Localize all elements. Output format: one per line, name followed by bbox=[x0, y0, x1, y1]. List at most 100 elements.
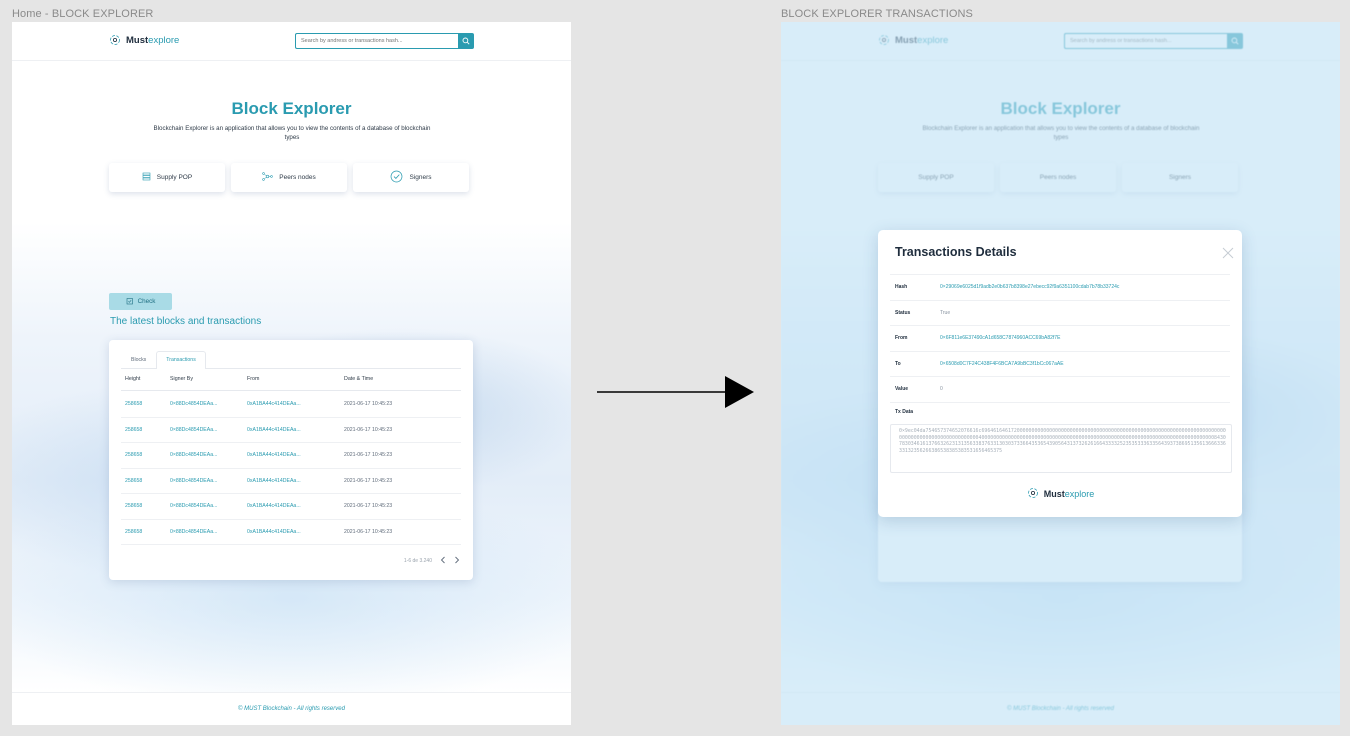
transactions-artboard: Mustexplore Block Explorer Blockchain Ex… bbox=[781, 22, 1340, 725]
logo-text-bold: Must bbox=[126, 34, 149, 46]
table-row[interactable]: 258658 0×88Dc4854DEAa... 0xA1BA44c414DEAa.… bbox=[121, 443, 461, 469]
signer-cell[interactable]: 0×88Dc4854DEAa... bbox=[170, 401, 247, 407]
detail-row-value: Value 0 bbox=[890, 377, 1230, 403]
txdata-textbox[interactable]: 0×9ec04da754657374652076616c696461646172… bbox=[890, 424, 1232, 473]
pagination-range: 1-6 de 3.240 bbox=[403, 558, 432, 564]
date-cell: 2021-06-17 10:45:23 bbox=[344, 503, 393, 510]
table-body: 258658 0×88Dc4854DEAa... 0xA1BA44c414DEAa.… bbox=[121, 392, 461, 545]
pagination: 1-6 de 3.240 bbox=[404, 556, 460, 566]
modal-logo: Must explore bbox=[878, 486, 1242, 502]
from-cell[interactable]: 0xA1BA44c414DEAa... bbox=[247, 401, 344, 407]
top-navbar: Mustexplore bbox=[12, 22, 571, 61]
tab-blocks[interactable]: Blocks bbox=[121, 351, 156, 368]
arrow-right-icon bbox=[597, 375, 755, 414]
date-cell: 2021-06-17 10:45:23 bbox=[344, 528, 393, 535]
logo-icon bbox=[1026, 486, 1040, 502]
column-height: Height bbox=[125, 376, 141, 382]
from-label: From bbox=[895, 335, 908, 342]
from-value[interactable]: 0×6F811e6E37490cA1d658C7874960ACC69bA82f… bbox=[940, 335, 1230, 341]
section-title: The latest blocks and transactions bbox=[110, 316, 262, 327]
logo[interactable]: Must explore bbox=[108, 33, 179, 47]
signer-cell[interactable]: 0×88Dc4854DEAa... bbox=[170, 452, 247, 458]
logo-text-bold: Must bbox=[1043, 489, 1065, 499]
status-value: True bbox=[940, 309, 951, 316]
height-cell[interactable]: 258658 bbox=[121, 503, 170, 509]
search-icon bbox=[462, 32, 470, 50]
detail-row-from: From 0×6F811e6E37490cA1d658C7874960ACC69… bbox=[890, 326, 1230, 352]
frame-label-home: Home - BLOCK EXPLORER bbox=[12, 8, 154, 20]
close-icon[interactable] bbox=[1222, 246, 1234, 259]
table-row[interactable]: 258658 0×88Dc4854DEAa... 0xA1BA44c414DEAa.… bbox=[121, 520, 461, 545]
copyright-text: © MUST Blockchain - All rights reserved bbox=[238, 706, 345, 712]
peers-nodes-label: Peers nodes bbox=[279, 174, 316, 181]
detail-row-to: To 0×6508d0C7F24C438F4F6BCA7A9bBC3f1bCc0… bbox=[890, 352, 1230, 377]
table-header: Height Signer By From Date & Time bbox=[121, 376, 461, 391]
table-row[interactable]: 258658 0×88Dc4854DEAa... 0xA1BA44c414DEAa.… bbox=[121, 494, 461, 520]
height-cell[interactable]: 258658 bbox=[121, 478, 170, 484]
tab-bar: Blocks Transactions bbox=[121, 351, 461, 369]
database-icon bbox=[142, 172, 151, 183]
signer-cell[interactable]: 0×88Dc4854DEAa... bbox=[170, 427, 247, 433]
search-button[interactable] bbox=[458, 33, 474, 49]
table-row[interactable]: 258658 0×88Dc4854DEAa... 0xA1BA44c414DEAa.… bbox=[121, 469, 461, 494]
check-button[interactable]: Check bbox=[109, 293, 172, 310]
from-cell[interactable]: 0xA1BA44c414DEAa... bbox=[247, 427, 344, 433]
date-cell: 2021-06-17 10:45:23 bbox=[344, 477, 393, 484]
supply-pop-card[interactable]: Supply POP bbox=[109, 163, 225, 192]
search-bar bbox=[295, 33, 474, 49]
from-cell[interactable]: 0xA1BA44c414DEAa... bbox=[247, 529, 344, 535]
modal-title: Transactions Details bbox=[895, 245, 1017, 259]
detail-row-status: Status True bbox=[890, 301, 1230, 326]
signers-card[interactable]: Signers bbox=[353, 163, 469, 192]
stat-cards: Supply POP Peers nodes Signers bbox=[109, 163, 469, 192]
status-label: Status bbox=[895, 309, 911, 316]
footer: © MUST Blockchain - All rights reserved bbox=[12, 692, 571, 725]
signer-cell[interactable]: 0×88Dc4854DEAa... bbox=[170, 529, 247, 535]
signer-cell[interactable]: 0×88Dc4854DEAa... bbox=[170, 503, 247, 509]
chevron-right-icon[interactable] bbox=[454, 556, 460, 566]
detail-row-hash: Hash 0×29069e6025d1f9adb2e0b637b8398e27e… bbox=[890, 275, 1230, 301]
hash-value[interactable]: 0×29069e6025d1f9adb2e0b637b8398e27ebecc9… bbox=[940, 284, 1230, 290]
network-icon bbox=[262, 172, 273, 183]
peers-nodes-card[interactable]: Peers nodes bbox=[231, 163, 347, 192]
home-artboard: Mustexplore Block Explorer Blockchain Ex… bbox=[12, 22, 571, 725]
table-row[interactable]: 258658 0×88Dc4854DEAa... 0xA1BA44c414DEAa.… bbox=[121, 418, 461, 443]
check-button-label: Check bbox=[137, 298, 156, 305]
column-from: From bbox=[247, 376, 260, 382]
signer-cell[interactable]: 0×88Dc4854DEAa... bbox=[170, 478, 247, 484]
to-label: To bbox=[895, 360, 901, 367]
frame-label-transactions: BLOCK EXPLORER TRANSACTIONS bbox=[781, 8, 973, 20]
column-signer: Signer By bbox=[170, 376, 193, 382]
chevron-left-icon[interactable] bbox=[440, 556, 446, 566]
height-cell[interactable]: 258658 bbox=[121, 427, 170, 433]
date-cell: 2021-06-17 10:45:23 bbox=[344, 426, 393, 433]
from-cell[interactable]: 0xA1BA44c414DEAa... bbox=[247, 478, 344, 484]
height-cell[interactable]: 258658 bbox=[121, 529, 170, 535]
transaction-details-modal: Transactions Details Hash 0×29069e6025d1… bbox=[878, 230, 1242, 517]
height-cell[interactable]: 258658 bbox=[121, 452, 170, 458]
page-description: Blockchain Explorer is an application th… bbox=[153, 125, 431, 141]
clipboard-check-icon bbox=[126, 297, 134, 307]
check-circle-icon bbox=[390, 170, 403, 185]
date-cell: 2021-06-17 10:45:23 bbox=[344, 452, 393, 459]
date-cell: 2021-06-17 10:45:23 bbox=[344, 401, 393, 408]
signers-label: Signers bbox=[409, 174, 432, 181]
value-label: Value bbox=[895, 386, 909, 393]
from-cell[interactable]: 0xA1BA44c414DEAa... bbox=[247, 452, 344, 458]
from-cell[interactable]: 0xA1BA44c414DEAa... bbox=[247, 503, 344, 509]
supply-pop-label: Supply POP bbox=[156, 174, 193, 181]
logo-text-light: explore bbox=[1064, 489, 1095, 499]
column-date: Date & Time bbox=[344, 376, 374, 382]
search-input[interactable] bbox=[295, 33, 458, 49]
logo-icon bbox=[108, 33, 122, 47]
logo-text-light: explore bbox=[148, 34, 180, 46]
table-row[interactable]: 258658 0×88Dc4854DEAa... 0xA1BA44c414DEAa.… bbox=[121, 392, 461, 418]
hash-label: Hash bbox=[895, 284, 908, 291]
txdata-label: Tx Data bbox=[895, 409, 914, 415]
height-cell[interactable]: 258658 bbox=[121, 401, 170, 407]
tab-transactions[interactable]: Transactions bbox=[156, 351, 206, 369]
page-title: Block Explorer bbox=[231, 99, 352, 118]
to-value[interactable]: 0×6508d0C7F24C438F4F6BCA7A9bBC3f1bCc067a… bbox=[940, 361, 1230, 367]
details-list: Hash 0×29069e6025d1f9adb2e0b637b8398e27e… bbox=[890, 274, 1230, 403]
value-value: 0 bbox=[940, 386, 943, 393]
